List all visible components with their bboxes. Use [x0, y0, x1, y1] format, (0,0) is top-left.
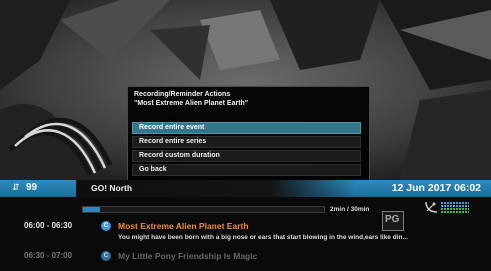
next-title[interactable]: My Little Pony Friendship Is Magic — [118, 251, 257, 261]
epg-panel: 2min / 30min 06:00 - 06:30 C Most Extrem… — [0, 197, 491, 271]
now-time: 06:00 - 06:30 — [24, 221, 73, 230]
menu-item-record-custom-duration[interactable]: Record custom duration — [132, 150, 361, 162]
progress-bar — [82, 206, 325, 213]
channel-info-bar: ⇵ 99 GO! North 12 Jun 2017 06:02 — [0, 180, 491, 197]
channel-number: 99 — [26, 182, 38, 193]
date-time: 12 Jun 2017 06:02 — [391, 182, 481, 194]
dialog-title: Recording/Reminder Actions "Most Extreme… — [134, 91, 249, 107]
menu-item-go-back[interactable]: Go back — [132, 164, 361, 176]
menu-item-record-entire-series[interactable]: Record entire series — [132, 136, 361, 148]
now-description: You might have been born with a big nose… — [118, 234, 408, 241]
c-circle-icon: C — [101, 221, 111, 231]
satellite-dish-icon — [425, 201, 438, 213]
now-title[interactable]: Most Extreme Alien Planet Earth — [118, 221, 249, 231]
rating-badge: PG — [382, 211, 404, 231]
next-time: 06:30 - 07:00 — [24, 251, 73, 260]
channel-name: GO! North — [91, 183, 133, 193]
progress-fill — [83, 207, 100, 212]
up-down-arrows-icon: ⇵ — [12, 182, 20, 192]
rating-label: PG — [385, 214, 400, 225]
c-circle-icon: C — [101, 251, 111, 261]
menu-item-record-entire-event[interactable]: Record entire event — [132, 122, 361, 134]
signal-strength-icon — [441, 202, 469, 214]
duration-text: 2min / 30min — [330, 206, 370, 213]
recording-actions-dialog: Recording/Reminder Actions "Most Extreme… — [127, 86, 370, 183]
